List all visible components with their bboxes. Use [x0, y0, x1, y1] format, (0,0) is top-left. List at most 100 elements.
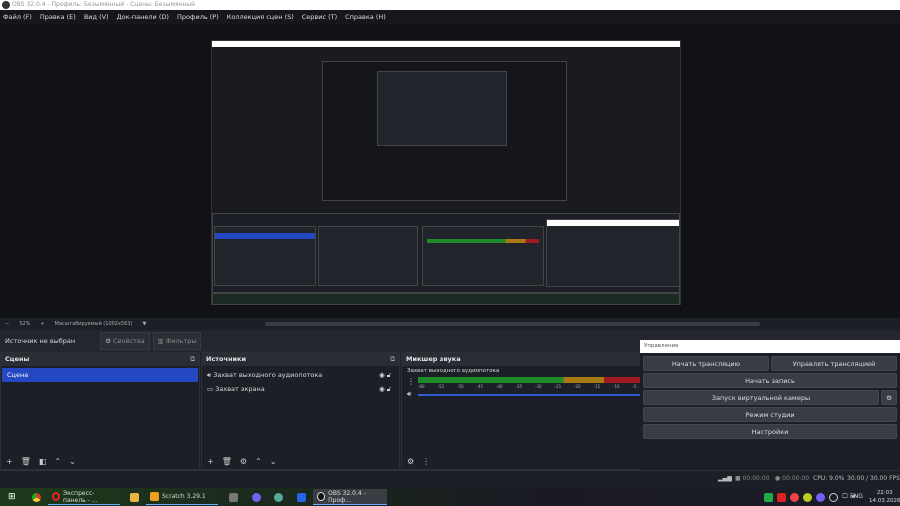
paint-icon [274, 492, 283, 502]
menu-scene-collection[interactable]: Коллекция сцен (S) [227, 13, 294, 21]
gear-icon: ⚙ [105, 337, 112, 345]
zoom-in-button[interactable]: + [40, 321, 44, 327]
meter-tick-label: -35 [515, 384, 523, 389]
controls-dock: Управление Начать трансляцию Управлять т… [640, 340, 900, 470]
taskbar: ⊞ Экспресс-панель - ... Scratch 3.29.1 O… [0, 488, 900, 506]
volume-meter [418, 377, 642, 383]
chevron-up-icon[interactable]: ⌃ [54, 457, 61, 466]
trash-icon[interactable]: 🗑 [21, 457, 31, 466]
properties-button[interactable]: ⚙ Свойства [100, 332, 150, 350]
language-indicator[interactable]: ENG [850, 493, 863, 500]
menu-help[interactable]: Справка (H) [345, 13, 386, 21]
meter-tick-label: -55 [437, 384, 445, 389]
start-recording-button[interactable]: Начать запись [643, 373, 897, 388]
zoom-out-button[interactable]: − [5, 321, 9, 327]
preview-canvas[interactable] [211, 40, 681, 305]
sources-title: Источники [206, 355, 246, 363]
virtual-camera-button[interactable]: Запуск виртуальной камеры [643, 390, 879, 405]
menu-bar: Файл (F) Правка (E) Вид (V) Док-панели (… [0, 10, 900, 24]
eye-icon[interactable]: ◉ 🔓︎ [379, 382, 391, 396]
system-tray[interactable]: 🖵︎ 🔊︎ [760, 489, 860, 505]
viber-taskbar[interactable] [248, 489, 265, 505]
undock-icon[interactable]: ⧉ [190, 353, 195, 366]
start-stream-button[interactable]: Начать трансляцию [643, 356, 769, 371]
meter-tick-label: -15 [593, 384, 601, 389]
meter-tick-label: -60 [418, 384, 425, 389]
clock[interactable]: 22:03 14.03.2026 [869, 489, 900, 505]
opera-taskbar[interactable]: Экспресс-панель - ... [48, 489, 120, 505]
obs-logo-icon [2, 1, 10, 9]
chevron-down-icon[interactable]: ▼ [142, 321, 146, 327]
cpu-usage: CPU: 9.0% [813, 475, 845, 482]
meter-tick-label: -10 [613, 384, 620, 389]
menu-profile[interactable]: Профиль (P) [177, 13, 219, 21]
studio-mode-button[interactable]: Режим студии [643, 407, 897, 422]
viber-icon[interactable] [816, 492, 825, 502]
meter-tick-label: -45 [476, 384, 484, 389]
settings-button[interactable]: Настройки [643, 424, 897, 439]
source-item[interactable]: 🔊︎ Захват выходного аудиопотока ◉ 🔓︎ [202, 368, 399, 382]
app2-taskbar[interactable] [270, 489, 287, 505]
filter-icon: ▥ [157, 337, 164, 345]
gear-icon[interactable]: ⚙ [881, 390, 897, 405]
tray-icon[interactable] [777, 492, 786, 502]
more-icon[interactable]: ⋮ [407, 377, 415, 386]
chevron-up-icon[interactable]: ⌃ [255, 457, 262, 466]
status-bar: ▂▄▆ ■ 00:00:00 ● 00:00:00 CPU: 9.0% 30.0… [0, 470, 900, 488]
speaker-icon: 🔊︎ [207, 371, 212, 379]
volume-slider[interactable] [418, 394, 642, 396]
menu-docks[interactable]: Док-панели (D) [117, 13, 169, 21]
filters-button[interactable]: ▥ Фильтры [153, 332, 201, 350]
menu-tools[interactable]: Сервис (T) [302, 13, 337, 21]
advanced-audio-icon[interactable]: ⚙ [407, 457, 414, 466]
undock-icon[interactable]: ⧉ [390, 353, 395, 366]
gear-icon[interactable]: ⚙ [240, 457, 247, 466]
meter-tick-label: -5 [632, 384, 637, 389]
trash-icon[interactable]: 🗑 [222, 457, 232, 466]
chevron-down-icon[interactable]: ⌄ [69, 457, 76, 466]
source-item[interactable]: ▭ Захват экрана ◉ 🔓︎ [202, 382, 399, 396]
meter-tick-label: -25 [554, 384, 562, 389]
start-button[interactable]: ⊞ [4, 489, 20, 505]
mixer-title: Микшер звука [406, 355, 461, 363]
controls-title: Управление [640, 340, 900, 353]
chevron-down-icon[interactable]: ⌄ [270, 457, 277, 466]
scenes-title: Сцены [5, 355, 30, 363]
menu-edit[interactable]: Правка (E) [40, 13, 76, 21]
signal-icon: ▂▄▆ [718, 475, 732, 482]
scene-item[interactable]: Сцена [2, 368, 198, 382]
menu-view[interactable]: Вид (V) [84, 13, 109, 21]
tray-icon[interactable] [790, 492, 799, 502]
chrome-taskbar[interactable] [28, 489, 45, 505]
title-bar: OBS 32.0.4 - Профиль: Безымянный - Сцены… [0, 0, 900, 10]
preview-scrollbar[interactable] [265, 322, 760, 326]
tray-icon[interactable] [764, 492, 773, 502]
scale-mode[interactable]: Масштабируемый (1002x563) [55, 321, 133, 327]
add-icon[interactable]: + [6, 457, 13, 466]
menu-file[interactable]: Файл (F) [3, 13, 32, 21]
tray-icon[interactable] [803, 492, 812, 502]
manage-stream-button[interactable]: Управлять трансляцией [771, 356, 897, 371]
window-title: OBS 32.0.4 - Профиль: Безымянный - Сцены… [12, 1, 196, 8]
record-time: ● 00:00:00 [775, 475, 810, 482]
viber-icon [252, 492, 261, 502]
stream-time: ■ 00:00:00 [735, 475, 770, 482]
audio-mixer-dock: Микшер звука Захват выходного аудиопоток… [401, 352, 655, 470]
windows-icon: ⊞ [8, 492, 16, 502]
app-icon [297, 492, 306, 502]
explorer-taskbar[interactable] [126, 489, 143, 505]
scratch-taskbar[interactable]: Scratch 3.29.1 [146, 489, 218, 505]
obs-taskbar[interactable]: OBS 32.0.4 - Проф... [313, 489, 387, 505]
network-icon[interactable]: 🖵︎ [842, 493, 848, 501]
speaker-icon[interactable]: 🔊︎ [407, 390, 411, 399]
more-icon[interactable]: ⋮ [422, 457, 430, 466]
obs-icon [317, 492, 326, 501]
add-icon[interactable]: + [207, 457, 214, 466]
monitor-icon: ▭ [207, 385, 214, 393]
meter-tick-label: -50 [457, 384, 464, 389]
app-taskbar[interactable] [225, 489, 242, 505]
scene-filter-icon[interactable]: ◧ [39, 457, 47, 466]
obs-icon[interactable] [829, 492, 838, 502]
eye-icon[interactable]: ◉ 🔓︎ [379, 368, 391, 382]
app3-taskbar[interactable] [293, 489, 310, 505]
